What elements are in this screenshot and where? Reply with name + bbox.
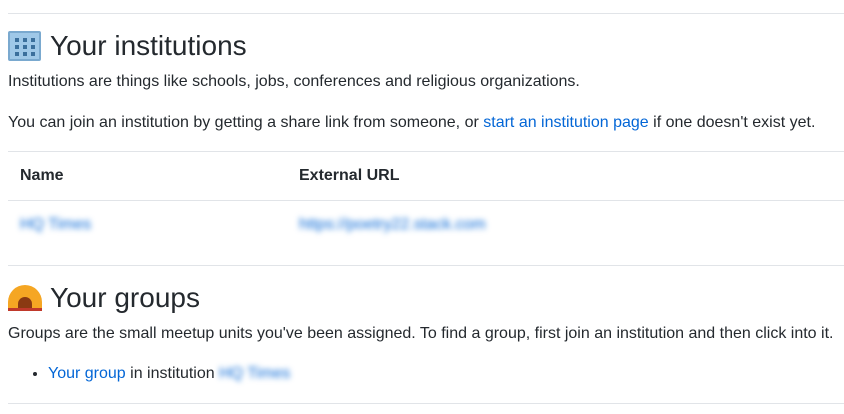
- bottom-divider: [8, 403, 844, 404]
- institutions-heading: Your institutions: [8, 29, 247, 63]
- section-divider: [8, 265, 844, 266]
- institutions-table: Name External URL HQ Times https://poetr…: [8, 151, 844, 250]
- groups-title: Your groups: [50, 282, 200, 313]
- join-suffix: if one doesn't exist yet.: [648, 114, 816, 131]
- institutions-title: Your institutions: [50, 30, 247, 61]
- institution-name-link[interactable]: HQ Times: [20, 216, 91, 233]
- your-group-link[interactable]: Your group: [48, 365, 126, 382]
- join-institution-text: You can join an institution by getting a…: [8, 112, 815, 134]
- groups-list: Your group in institution HQ Times: [8, 363, 290, 385]
- office-building-icon: [8, 31, 41, 61]
- list-item: Your group in institution HQ Times: [48, 363, 290, 385]
- groups-heading: Your groups: [8, 281, 200, 315]
- tent-icon: [8, 285, 42, 311]
- start-institution-link[interactable]: start an institution page: [483, 114, 648, 131]
- join-prefix: You can join an institution by getting a…: [8, 114, 484, 131]
- groups-description: Groups are the small meetup units you've…: [8, 325, 834, 342]
- table-row: HQ Times https://poetry22.stack.com: [8, 201, 844, 250]
- institutions-description: Institutions are things like schools, jo…: [8, 73, 580, 90]
- institution-url-link[interactable]: https://poetry22.stack.com: [299, 216, 486, 233]
- table-header-row: Name External URL: [8, 151, 844, 201]
- group-institution-link[interactable]: HQ Times: [219, 365, 290, 382]
- institution-url-cell: https://poetry22.stack.com: [287, 201, 844, 250]
- top-divider: [8, 13, 844, 14]
- group-item-middle-text: in institution: [125, 365, 220, 382]
- column-header-name: Name: [20, 166, 64, 184]
- column-header-external-url: External URL: [299, 166, 400, 184]
- institution-name-cell: HQ Times: [8, 201, 287, 250]
